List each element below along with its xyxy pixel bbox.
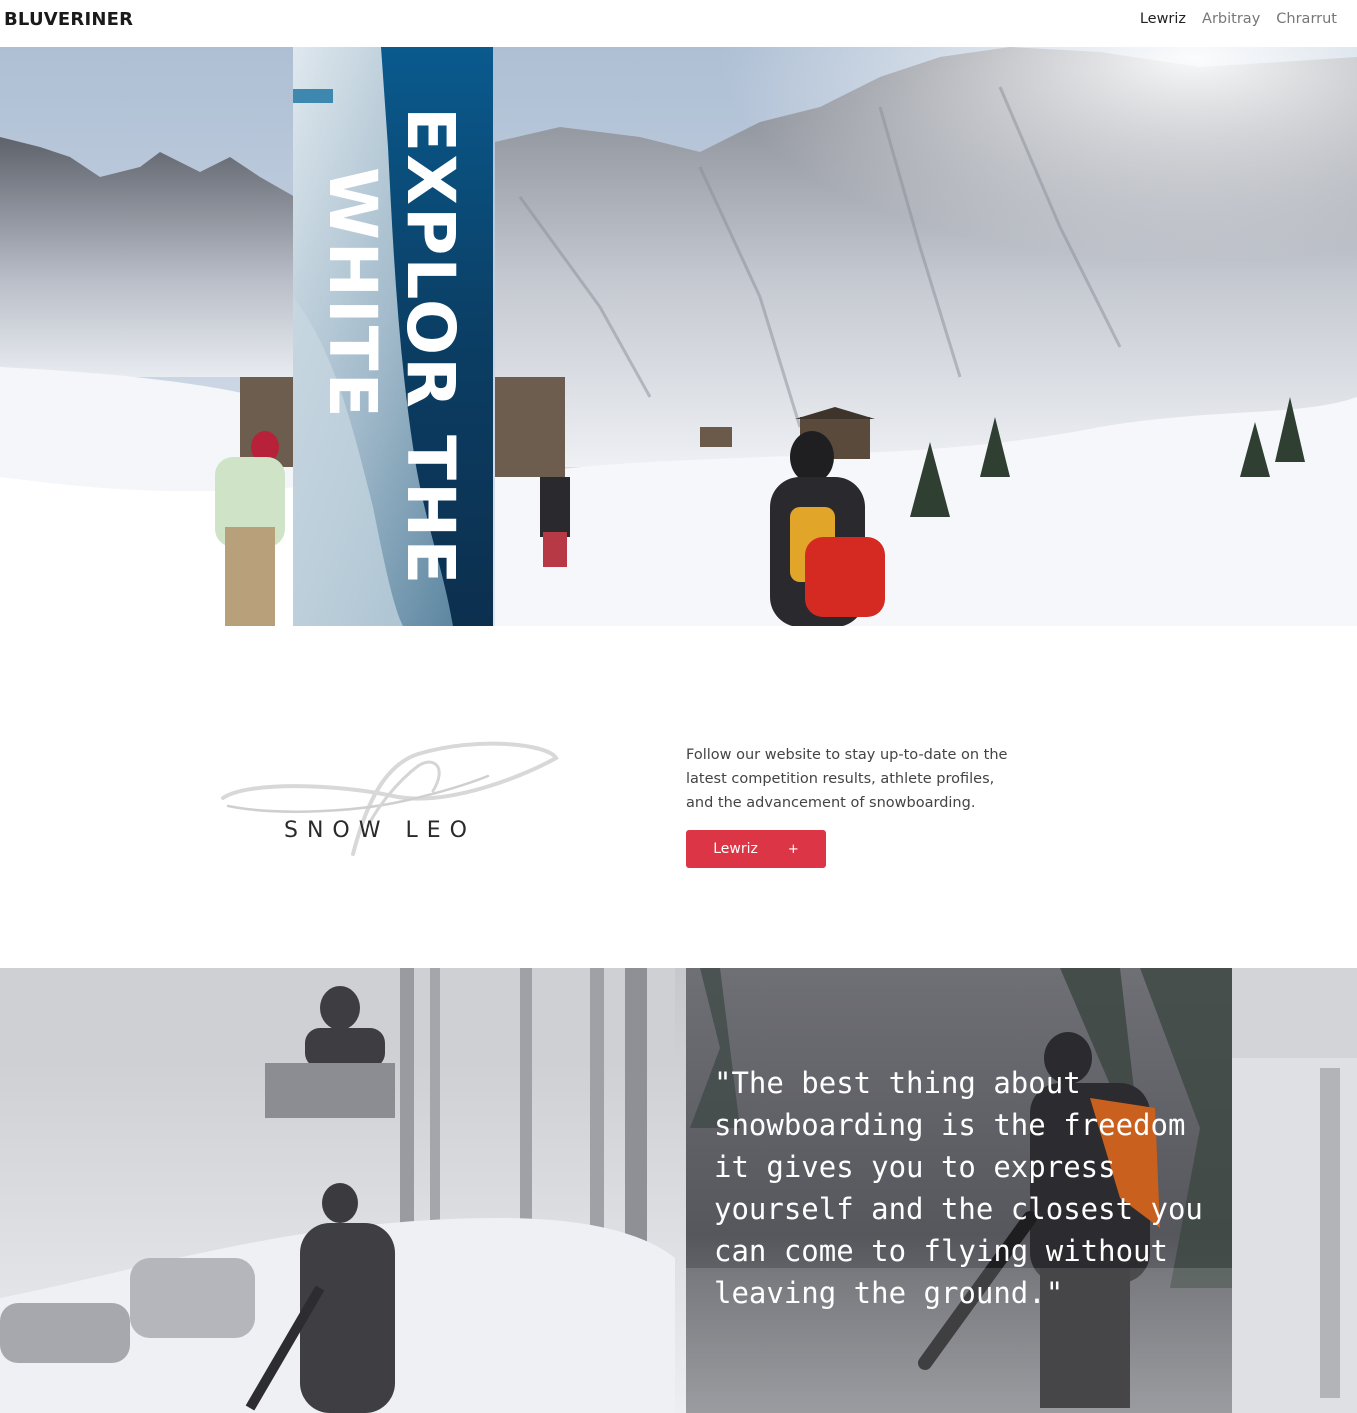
quote-box: "The best thing about snowboarding is th… xyxy=(686,968,1232,1413)
hero-title-line2: WHITE xyxy=(314,167,391,420)
lewriz-cta-button[interactable]: Lewriz + xyxy=(686,830,826,868)
logo-text: SNOW LEO xyxy=(284,818,476,843)
hero-banner: EXPLOR THE WHITE xyxy=(0,47,1357,626)
quote-text: "The best thing about snowboarding is th… xyxy=(714,1066,1203,1310)
quote-section: "The best thing about snowboarding is th… xyxy=(0,968,1357,1413)
nav-links: Lewriz Arbitray Chrarrut xyxy=(1140,11,1337,27)
intro-section: SNOW LEO Follow our website to stay up-t… xyxy=(0,626,1357,968)
hero-title-line1: EXPLOR THE xyxy=(392,107,469,587)
plus-icon: + xyxy=(787,841,799,857)
hero-title-strip: EXPLOR THE WHITE xyxy=(293,47,493,626)
nav-link-arbitray[interactable]: Arbitray xyxy=(1202,11,1260,27)
hero-mountain-image xyxy=(0,47,1357,626)
nav-link-lewriz[interactable]: Lewriz xyxy=(1140,11,1186,27)
cta-label: Lewriz xyxy=(713,841,758,857)
navbar: BLUVERINER Lewriz Arbitray Chrarrut xyxy=(0,0,1357,47)
hero-title: EXPLOR THE WHITE xyxy=(313,107,469,626)
brand-logo[interactable]: BLUVERINER xyxy=(4,9,133,30)
nav-link-chrarrut[interactable]: Chrarrut xyxy=(1276,11,1337,27)
snow-leo-logo: SNOW LEO xyxy=(218,736,563,856)
intro-description: Follow our website to stay up-to-date on… xyxy=(686,747,1008,811)
